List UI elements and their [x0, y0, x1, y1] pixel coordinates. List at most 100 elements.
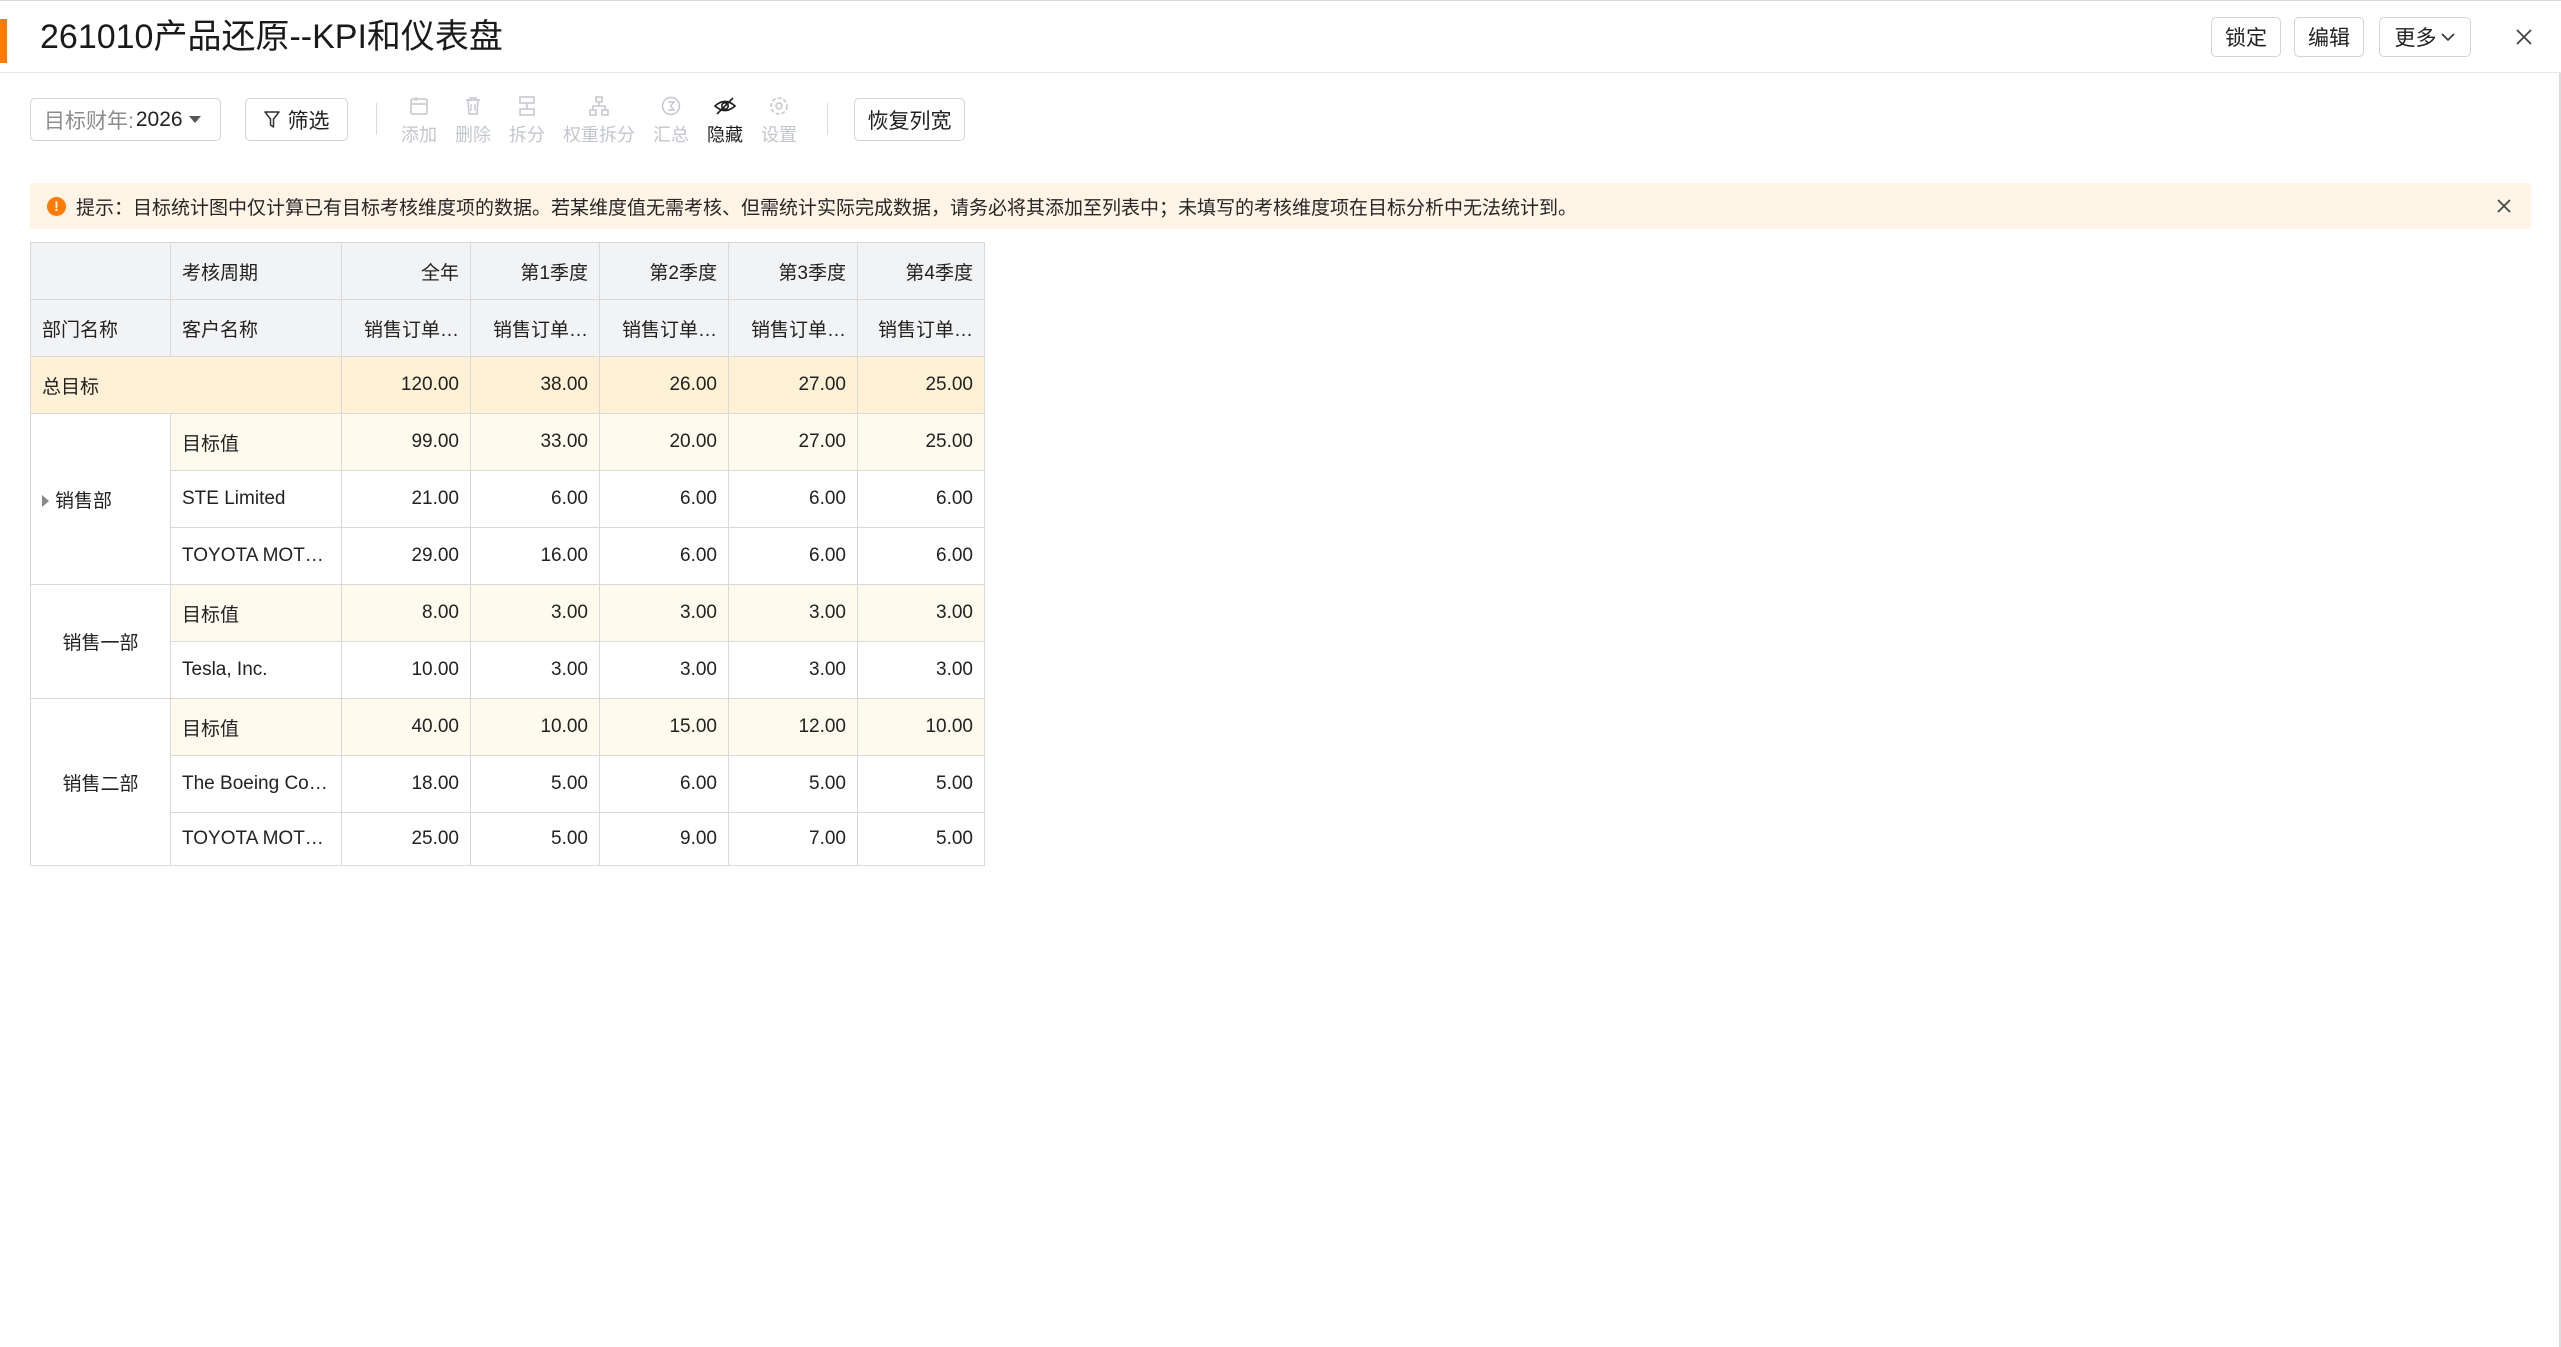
- dept-cell[interactable]: 销售部: [30, 413, 171, 585]
- column-header-q1[interactable]: 第1季度: [470, 242, 600, 300]
- dept-name: 销售部: [55, 490, 113, 512]
- value-cell[interactable]: 25.00: [857, 413, 985, 471]
- metric-header: 销售订单…: [470, 299, 600, 357]
- period-header: 考核周期: [170, 242, 342, 300]
- value-cell[interactable]: 6.00: [857, 527, 985, 585]
- fiscal-year-select[interactable]: 目标财年: 2026: [30, 98, 221, 141]
- kpi-target-table: 考核周期 全年 第1季度 第2季度 第3季度 第4季度 部门名称 客户名称 销售…: [30, 242, 985, 866]
- value-cell[interactable]: 5.00: [857, 812, 985, 866]
- value-cell[interactable]: 16.00: [470, 527, 600, 585]
- value-cell[interactable]: 5.00: [470, 812, 600, 866]
- trash-icon: [466, 97, 480, 115]
- value-cell[interactable]: 15.00: [599, 698, 729, 756]
- value-cell[interactable]: 3.00: [470, 584, 600, 642]
- value-cell[interactable]: 6.00: [857, 470, 985, 528]
- value-cell[interactable]: 18.00: [341, 755, 471, 813]
- customer-header: 客户名称: [170, 299, 342, 357]
- total-cell[interactable]: 120.00: [341, 356, 471, 414]
- edit-button[interactable]: 编辑: [2294, 17, 2364, 57]
- notice-text: 提示：目标统计图中仅计算已有目标考核维度项的数据。若某维度值无需考核、但需统计实…: [76, 197, 1578, 219]
- restore-column-width-button[interactable]: 恢复列宽: [854, 98, 965, 141]
- value-cell[interactable]: 6.00: [728, 527, 858, 585]
- value-cell[interactable]: 12.00: [728, 698, 858, 756]
- toolbar-divider: [376, 103, 377, 135]
- weight-split-tool[interactable]: 权重拆分: [563, 95, 635, 151]
- value-cell[interactable]: 3.00: [599, 641, 729, 699]
- value-cell[interactable]: 9.00: [599, 812, 729, 866]
- value-cell[interactable]: 29.00: [341, 527, 471, 585]
- value-cell[interactable]: 6.00: [599, 470, 729, 528]
- value-cell[interactable]: 27.00: [728, 413, 858, 471]
- page-title: 261010产品还原--KPI和仪表盘: [40, 18, 503, 56]
- total-target-row: 总目标 120.00 38.00 26.00 27.00 25.00: [30, 356, 985, 414]
- column-header-year[interactable]: 全年: [341, 242, 471, 300]
- value-cell[interactable]: 5.00: [857, 755, 985, 813]
- more-button-label: 更多: [2394, 27, 2437, 50]
- total-cell[interactable]: 27.00: [728, 356, 858, 414]
- value-cell[interactable]: 99.00: [341, 413, 471, 471]
- column-header-q3[interactable]: 第3季度: [728, 242, 858, 300]
- total-cell[interactable]: 25.00: [857, 356, 985, 414]
- table-row: 销售二部 目标值 40.00 10.00 15.00 12.00 10.00: [30, 698, 985, 866]
- hide-tool-label: 隐藏: [707, 125, 743, 145]
- dept-cell[interactable]: 销售一部: [30, 584, 171, 699]
- value-cell[interactable]: 3.00: [728, 584, 858, 642]
- column-header-q4[interactable]: 第4季度: [857, 242, 985, 300]
- total-cell[interactable]: 38.00: [470, 356, 600, 414]
- row-label: 目标值: [170, 413, 342, 471]
- value-cell[interactable]: 3.00: [599, 584, 729, 642]
- value-cell[interactable]: 10.00: [470, 698, 600, 756]
- eye-off-icon: [713, 97, 737, 115]
- customer-name: The Boeing Co…: [170, 755, 342, 813]
- filter-button-label: 筛选: [287, 109, 330, 133]
- hide-tool[interactable]: 隐藏: [707, 95, 743, 151]
- value-cell[interactable]: 33.00: [470, 413, 600, 471]
- value-cell[interactable]: 7.00: [728, 812, 858, 866]
- lock-button[interactable]: 锁定: [2211, 17, 2281, 57]
- value-cell[interactable]: 8.00: [341, 584, 471, 642]
- settings-tool[interactable]: 设置: [761, 95, 797, 151]
- value-cell[interactable]: 3.00: [470, 641, 600, 699]
- dept-header: 部门名称: [30, 299, 171, 357]
- value-cell[interactable]: 40.00: [341, 698, 471, 756]
- filter-button[interactable]: 筛选: [245, 98, 348, 141]
- warning-icon: !: [47, 196, 66, 216]
- table-row: 销售部 目标值 99.00 33.00 20.00 27.00 25.00: [30, 413, 985, 585]
- column-header-q2[interactable]: 第2季度: [599, 242, 729, 300]
- gear-icon: [770, 97, 788, 115]
- value-cell[interactable]: 3.00: [728, 641, 858, 699]
- metric-header: 销售订单…: [857, 299, 985, 357]
- caret-right-icon[interactable]: [42, 495, 49, 508]
- total-cell[interactable]: 26.00: [599, 356, 729, 414]
- split-tool[interactable]: 拆分: [509, 95, 545, 151]
- close-icon[interactable]: [2508, 21, 2540, 53]
- delete-tool[interactable]: 删除: [455, 95, 491, 151]
- value-cell[interactable]: 3.00: [857, 641, 985, 699]
- add-tool-label: 添加: [401, 125, 437, 145]
- toolbar: 目标财年: 2026 筛选 添加 删除 拆分 权重拆分 汇总 隐藏 设置 恢复列…: [0, 73, 2561, 168]
- delete-tool-label: 删除: [455, 125, 491, 145]
- value-cell[interactable]: 6.00: [728, 470, 858, 528]
- value-cell[interactable]: 20.00: [599, 413, 729, 471]
- title-accent-bar: [0, 19, 7, 63]
- close-icon[interactable]: [2491, 193, 2517, 219]
- more-button[interactable]: 更多: [2379, 17, 2471, 57]
- value-cell[interactable]: 21.00: [341, 470, 471, 528]
- add-tool[interactable]: 添加: [401, 95, 437, 151]
- value-cell[interactable]: 10.00: [857, 698, 985, 756]
- header-row-metric: 部门名称 客户名称 销售订单… 销售订单… 销售订单… 销售订单… 销售订单…: [30, 299, 985, 357]
- value-cell[interactable]: 6.00: [599, 527, 729, 585]
- value-cell[interactable]: 5.00: [470, 755, 600, 813]
- value-cell[interactable]: 25.00: [341, 812, 471, 866]
- value-cell[interactable]: 5.00: [728, 755, 858, 813]
- value-cell[interactable]: 6.00: [470, 470, 600, 528]
- value-cell[interactable]: 3.00: [857, 584, 985, 642]
- weight-split-tool-label: 权重拆分: [563, 125, 635, 145]
- summary-tool[interactable]: 汇总: [653, 95, 689, 151]
- customer-name: TOYOTA MOT…: [170, 812, 342, 866]
- value-cell[interactable]: 10.00: [341, 641, 471, 699]
- value-cell[interactable]: 6.00: [599, 755, 729, 813]
- customer-name: STE Limited: [170, 470, 342, 528]
- total-target-label: 总目标: [30, 356, 342, 414]
- dept-cell[interactable]: 销售二部: [30, 698, 171, 866]
